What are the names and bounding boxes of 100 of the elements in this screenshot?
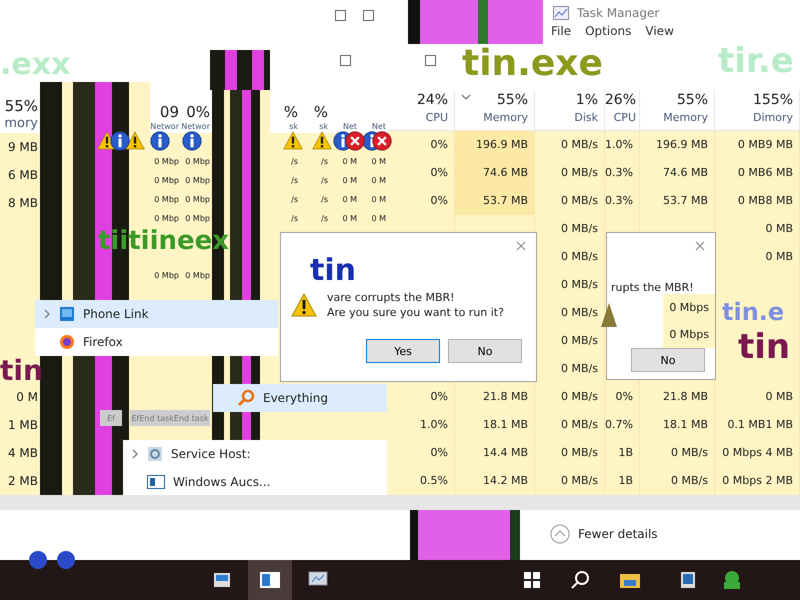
- window-icon[interactable]: [681, 572, 695, 588]
- table-cell: /s: [291, 195, 298, 204]
- column-header[interactable]: 26% CPU: [605, 90, 640, 130]
- column-header[interactable]: mory: [4, 116, 38, 131]
- table-cell: 0 MB/s: [561, 222, 598, 235]
- chevron-right-icon[interactable]: [43, 309, 51, 319]
- table-cell: 14.2 MB: [482, 474, 528, 487]
- process-row[interactable]: Phone Link: [35, 300, 278, 328]
- table-cell: 0 MB/s: [561, 138, 598, 151]
- warning-icon: [291, 293, 317, 317]
- column-header[interactable]: Networ: [181, 122, 210, 131]
- table-cell: 4 MB: [8, 446, 38, 460]
- column-header[interactable]: 155% Dimory: [715, 90, 800, 130]
- table-cell: 0 Mbp: [185, 214, 210, 223]
- windows-logo-icon[interactable]: [524, 572, 540, 588]
- disc-icon: [56, 550, 76, 570]
- malware-text: .exx: [0, 50, 70, 80]
- table-cell: 53.7 MB: [482, 194, 528, 207]
- dialog-button[interactable]: Yes: [366, 339, 440, 363]
- close-icon[interactable]: [695, 241, 705, 251]
- column-header[interactable]: 24% CPU: [388, 90, 455, 130]
- network-reading: 0 Mbps: [663, 321, 715, 348]
- table-cell: /s: [321, 176, 328, 185]
- table-cell: /s: [321, 214, 328, 223]
- malware-text: tin.exe: [462, 46, 603, 82]
- dialog-question: Are you sure you want to run it?: [327, 306, 504, 319]
- close-icon[interactable]: [516, 241, 526, 251]
- info-icon: [110, 131, 130, 151]
- table-cell: 0 Mbp: [154, 195, 179, 204]
- maximize-icon[interactable]: [340, 55, 351, 66]
- malware-text: tin: [310, 256, 356, 286]
- table-cell: 0 MB/s: [561, 334, 598, 347]
- table-cell: 0 MB/s: [561, 418, 598, 431]
- maximize-icon[interactable]: [335, 10, 346, 21]
- column-header[interactable]: sk: [319, 122, 328, 131]
- table-cell: 18.1 MB: [482, 418, 528, 431]
- process-row[interactable]: Everything: [213, 384, 387, 412]
- menu-item[interactable]: File: [551, 24, 572, 38]
- process-row[interactable]: Firefox: [35, 328, 278, 356]
- column-header[interactable]: 55% Memory: [455, 90, 535, 130]
- dialog-message: vare corrupts the MBR!: [327, 291, 456, 304]
- maximize-icon[interactable]: [363, 10, 374, 21]
- window-icon[interactable]: [260, 572, 280, 588]
- process-row[interactable]: Service Host:: [123, 440, 387, 468]
- scrollbar[interactable]: [0, 495, 800, 510]
- table-cell: 0 Mbp: [154, 271, 179, 280]
- menu-item[interactable]: Options: [585, 24, 632, 38]
- dialog-button[interactable]: No: [448, 339, 522, 363]
- column-header[interactable]: sk: [289, 122, 298, 131]
- cone-icon: [600, 302, 618, 328]
- table-cell: 0 MB/s: [561, 278, 598, 291]
- table-cell: 0 MB: [765, 250, 793, 263]
- table-cell: /s: [291, 214, 298, 223]
- table-cell: 0 MB/s: [561, 166, 598, 179]
- fewer-details-button[interactable]: Fewer details: [550, 524, 658, 544]
- column-header[interactable]: Networ: [150, 122, 179, 131]
- window-title: Task Manager: [577, 6, 660, 20]
- table-cell: 2 MB: [8, 474, 38, 488]
- table-cell: 0 MB/s: [561, 446, 598, 459]
- table-cell: 0.1 MB1 MB: [727, 418, 793, 431]
- process-row[interactable]: Windows Aucs...: [123, 468, 387, 496]
- column-value: 09: [160, 102, 179, 122]
- table-cell: 21.8 MB: [482, 390, 528, 403]
- column-header[interactable]: Net: [372, 122, 386, 131]
- sort-caret-icon: [461, 94, 471, 100]
- table-cell: 0.3%: [605, 166, 633, 179]
- folder-icon[interactable]: [620, 572, 640, 588]
- dialog-button[interactable]: No: [631, 348, 705, 372]
- chevron-right-icon[interactable]: [131, 449, 139, 459]
- maximize-icon[interactable]: [425, 55, 436, 66]
- table-cell: 9 MB: [8, 140, 38, 154]
- table-cell: 0 M: [371, 157, 386, 166]
- menu-item[interactable]: View: [645, 24, 674, 38]
- table-cell: 0 MB/s: [671, 446, 708, 459]
- table-cell: 21.8 MB: [662, 390, 708, 403]
- table-cell: 0 MB/s: [671, 474, 708, 487]
- table-cell: 0%: [430, 446, 448, 459]
- table-cell: 0 Mbps 2 MB: [722, 474, 793, 487]
- table-cell: 0 MB/s: [561, 194, 598, 207]
- column-header[interactable]: 55% Memory: [640, 90, 715, 130]
- column-value: 55%: [4, 96, 38, 116]
- column-header[interactable]: 1% Disk: [535, 90, 605, 130]
- window-icon[interactable]: [214, 573, 230, 587]
- malware-text: tin: [738, 330, 790, 364]
- table-cell: 0%: [430, 194, 448, 207]
- malware-text: tin.e: [722, 300, 784, 324]
- column-header[interactable]: Net: [342, 122, 357, 131]
- table-cell: 0 MB/s: [561, 250, 598, 263]
- table-cell: 0 Mbps 4 MB: [722, 446, 793, 459]
- table-cell: 0 Mbp: [154, 176, 179, 185]
- table-cell: 0 M: [371, 176, 386, 185]
- table-cell: 0 MB/s: [561, 390, 598, 403]
- table-cell: 14.4 MB: [482, 446, 528, 459]
- window-icon: [59, 306, 75, 322]
- warning-icon: [312, 131, 332, 150]
- search-icon[interactable]: [570, 570, 590, 590]
- gear-icon: [147, 446, 163, 462]
- table-cell: 0.7%: [605, 418, 633, 431]
- table-cell: 0 M: [342, 157, 357, 166]
- table-cell: 0 MB: [765, 222, 793, 235]
